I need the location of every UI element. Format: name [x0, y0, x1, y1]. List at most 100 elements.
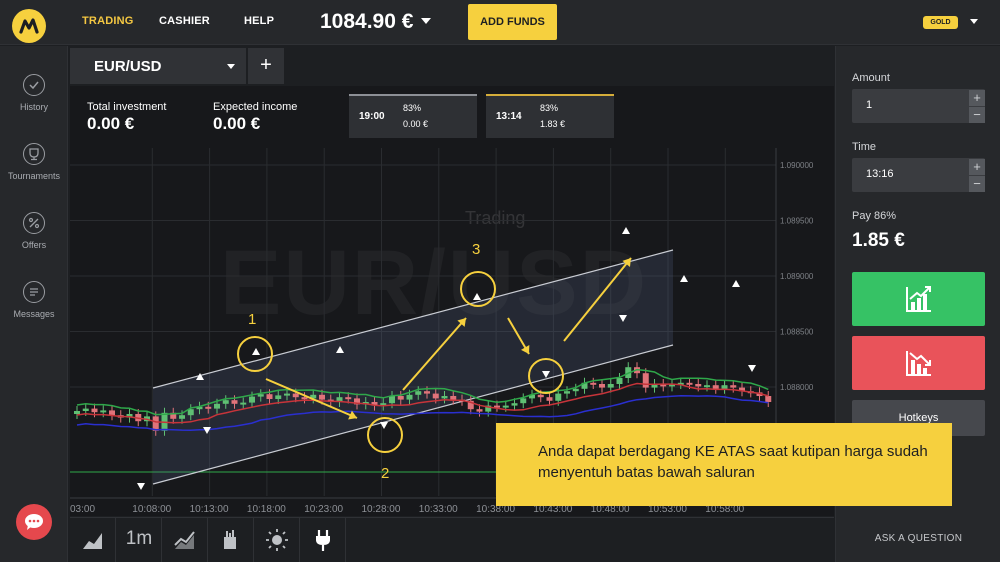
signal-up-marker: [473, 293, 481, 300]
candle: [100, 410, 107, 413]
x-tick-label: 03:00: [70, 504, 95, 515]
candle: [642, 373, 649, 388]
amount-field[interactable]: 1 + −: [852, 89, 985, 123]
x-tick-label: 10:08:00: [132, 504, 171, 515]
candle: [590, 382, 597, 385]
candle: [415, 391, 422, 395]
nav-trading[interactable]: TRADING: [82, 15, 134, 27]
timeframe-button[interactable]: 1m: [116, 518, 162, 562]
asset-tab-row: EUR/USD +: [70, 48, 834, 84]
sidebar-item-label: History: [19, 102, 48, 112]
sidebar-item-label: Tournaments: [7, 171, 61, 181]
payout-value: 1.85 €: [852, 230, 905, 251]
trade-card-expiry-2[interactable]: 13:14 83% 1.83 €: [486, 94, 614, 138]
candle: [520, 398, 527, 404]
candle: [564, 391, 570, 394]
candle: [555, 393, 562, 401]
nav-help[interactable]: HELP: [244, 15, 274, 27]
trade-up-button[interactable]: [852, 272, 985, 326]
trade-card-time: 19:00: [359, 111, 385, 122]
trade-card-percent: 83%: [540, 103, 559, 113]
candle: [607, 384, 614, 388]
connection-button[interactable]: [300, 518, 346, 562]
top-bar: TRADING CASHIER HELP 1084.90 € ADD FUNDS…: [0, 0, 1000, 45]
candle: [546, 397, 553, 401]
trade-card-expiry-1[interactable]: 19:00 83% 0.00 €: [349, 94, 477, 138]
candle: [257, 394, 264, 397]
candle: [292, 393, 299, 398]
candle: [502, 405, 509, 408]
trophy-icon: [23, 143, 45, 165]
profile-chevron-down-icon[interactable]: [970, 19, 978, 24]
annotation-number: 3: [472, 241, 480, 258]
amount-decrease-button[interactable]: −: [969, 107, 985, 123]
indicator-icon: [174, 531, 195, 549]
candle: [266, 394, 273, 399]
account-balance[interactable]: 1084.90 €: [320, 10, 413, 34]
candle: [450, 396, 457, 400]
time-decrease-button[interactable]: −: [969, 176, 985, 192]
trading-app: TRADING CASHIER HELP 1084.90 € ADD FUNDS…: [0, 0, 1000, 562]
drawing-tools-icon: [224, 530, 236, 549]
candle: [721, 385, 728, 389]
time-field[interactable]: 13:16 + −: [852, 158, 985, 192]
sidebar-item-history[interactable]: History: [0, 74, 68, 134]
indicators-button[interactable]: [162, 518, 208, 562]
amount-increase-button[interactable]: +: [969, 90, 985, 106]
total-investment-label: Total investment: [87, 101, 167, 113]
signal-up-marker: [732, 280, 740, 287]
candle: [275, 395, 282, 399]
candle: [397, 396, 404, 400]
brand-logo-icon[interactable]: [12, 9, 46, 43]
plug-icon: [316, 530, 330, 551]
chat-bubble-icon[interactable]: [16, 504, 52, 540]
candle: [432, 393, 439, 399]
sidebar-item-offers[interactable]: Offers: [0, 212, 68, 272]
ask-question-link[interactable]: ASK A QUESTION: [836, 533, 1000, 544]
clock-check-icon: [23, 74, 45, 96]
x-tick-label: 10:28:00: [362, 504, 401, 515]
chart-toolbar: 1m: [70, 517, 834, 562]
theme-button[interactable]: [254, 518, 300, 562]
candle: [537, 394, 544, 398]
expected-income-label: Expected income: [213, 101, 298, 113]
candle: [424, 391, 430, 394]
trade-down-button[interactable]: [852, 336, 985, 390]
candle: [345, 397, 352, 400]
asset-selector-tab[interactable]: EUR/USD: [70, 48, 246, 84]
add-funds-button[interactable]: ADD FUNDS: [468, 4, 557, 40]
annotation-circle: [460, 271, 496, 307]
candle: [476, 409, 483, 412]
candle: [616, 378, 623, 384]
candle: [406, 394, 413, 400]
payout-label: Pay 86%: [852, 210, 897, 222]
candle: [686, 382, 693, 385]
area-chart-icon: [83, 533, 102, 549]
nav-cashier[interactable]: CASHIER: [159, 15, 210, 27]
candle: [511, 403, 518, 406]
sidebar-item-label: Messages: [13, 309, 55, 319]
add-tab-button[interactable]: +: [248, 48, 284, 84]
candle: [179, 415, 185, 419]
drawing-tools-button[interactable]: [208, 518, 254, 562]
expected-income-value: 0.00 €: [213, 114, 261, 133]
trade-card-amount: 0.00 €: [403, 119, 429, 129]
balance-chevron-down-icon[interactable]: [421, 18, 431, 24]
candle: [765, 396, 772, 402]
sidebar-item-messages[interactable]: Messages: [0, 281, 68, 341]
candle: [712, 385, 719, 389]
theme-sun-icon: [266, 529, 288, 551]
candle: [222, 400, 229, 404]
time-increase-button[interactable]: +: [969, 159, 985, 175]
y-tick-label: 1.089500: [780, 217, 814, 226]
time-label: Time: [852, 141, 877, 153]
trade-card-amount: 1.83 €: [540, 119, 566, 129]
signal-down-marker: [137, 483, 145, 490]
chart-type-button[interactable]: [70, 518, 116, 562]
candle: [301, 397, 308, 400]
sidebar-item-tournaments[interactable]: Tournaments: [0, 143, 68, 203]
annotation-number: 2: [381, 465, 389, 482]
left-sidebar: History Tournaments Offers Messages: [0, 46, 68, 562]
candle: [74, 411, 80, 414]
sidebar-item-label: Offers: [21, 240, 47, 250]
